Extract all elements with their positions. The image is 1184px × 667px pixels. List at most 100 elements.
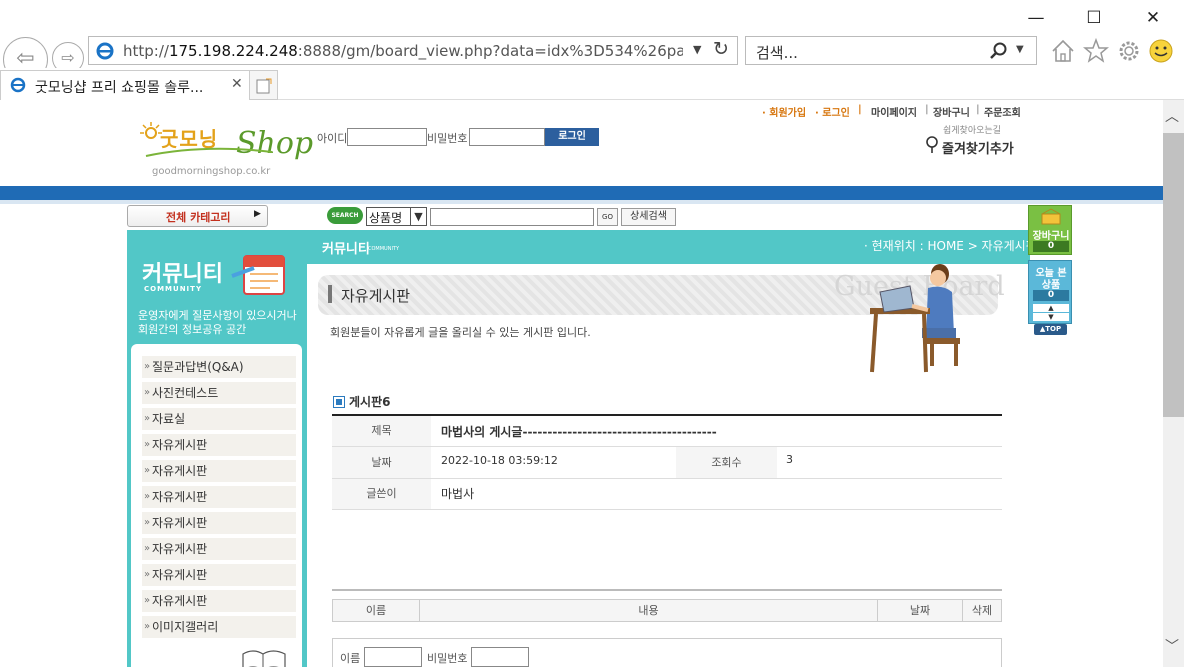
recent-label-2: 상품 (1041, 280, 1061, 291)
recent-up-button[interactable]: ▲ (1033, 304, 1069, 312)
scrollbar-thumb[interactable] (1163, 133, 1184, 417)
sidebar-item-free-board[interactable]: 자유게시판 (142, 512, 296, 534)
browser-search-box[interactable]: 검색... ▼ (745, 36, 1037, 65)
id-label: 아이디 (317, 132, 348, 145)
comments-header: 이름 내용 날짜 삭제 (332, 599, 1002, 622)
comment-name-input[interactable] (364, 647, 422, 667)
sidebar-item-free-board[interactable]: 자유게시판 (142, 564, 296, 586)
smiley-feedback-icon[interactable] (1148, 38, 1174, 64)
sidebar-item-free-board[interactable]: 자유게시판 (142, 538, 296, 560)
home-icon[interactable] (1050, 38, 1076, 64)
all-categories-button[interactable]: 전체 카테고리 ▶ (127, 205, 268, 227)
select-chevron-icon: ▼ (410, 208, 426, 225)
sidebar-item-qna[interactable]: 질문과답변(Q&A) (142, 356, 296, 378)
date-label: 날짜 (332, 447, 431, 478)
book-icon (242, 650, 286, 667)
board-title: 자유게시판 (341, 287, 411, 305)
favorites-star-icon[interactable] (1083, 38, 1109, 64)
person-at-computer-illustration (870, 264, 960, 373)
mypage-link[interactable]: 마이페이지 (871, 104, 917, 119)
post-info-table: 제목 마법사의 게시글-----------------------------… (332, 416, 1002, 510)
minimize-button[interactable]: — (1021, 6, 1051, 30)
location-pin-icon (926, 136, 938, 153)
login-button[interactable]: 로그인 (545, 128, 599, 146)
post-row-date: 날짜 2022-10-18 03:59:12 조회수 3 (332, 447, 1002, 479)
recent-down-button[interactable]: ▼ (1033, 313, 1069, 321)
section-title: 게시판6 (349, 395, 391, 409)
browser-search-placeholder: 검색... (756, 44, 798, 62)
advanced-search-button[interactable]: 상세검색 (621, 208, 676, 226)
sidebar-item-image-gallery[interactable]: 이미지갤러리 (142, 616, 296, 638)
search-icon[interactable] (990, 42, 1008, 60)
band-title: 커뮤니티 (322, 242, 370, 257)
refresh-icon[interactable]: ↻ (713, 38, 729, 60)
sidebar-item-archive[interactable]: 자료실 (142, 408, 296, 430)
login-link[interactable]: · 로그인 (815, 104, 850, 119)
views-label: 조회수 (676, 447, 777, 478)
comments-col-content: 내용 (420, 600, 878, 621)
new-tab-button[interactable] (250, 70, 278, 100)
cart-link[interactable]: 장바구니 (933, 104, 970, 119)
tab-title: 굿모닝샵 프리 쇼핑몰 솔루... (35, 80, 204, 96)
search-dropdown-icon[interactable]: ▼ (1016, 44, 1024, 55)
quick-cart-count: 0 (1033, 241, 1069, 252)
password-input[interactable] (469, 128, 545, 146)
address-bar[interactable]: http://175.198.224.248:8888/gm/board_vie… (88, 36, 738, 65)
close-tab-icon[interactable]: ✕ (231, 76, 243, 92)
comments-col-delete: 삭제 (971, 604, 993, 617)
logo-swoosh (145, 147, 273, 157)
post-author: 마법사 (441, 487, 475, 501)
ie-tab-icon (10, 77, 26, 93)
sidebar-title: 커뮤니티 (142, 262, 223, 287)
address-url: http://175.198.224.248:8888/gm/board_vie… (123, 42, 683, 60)
sidebar-item-free-board[interactable]: 자유게시판 (142, 460, 296, 482)
sidebar-item-photo-contest[interactable]: 사진컨테스트 (142, 382, 296, 404)
sidebar-item-free-board[interactable]: 자유게시판 (142, 486, 296, 508)
password-label: 비밀번호 (427, 132, 468, 145)
new-tab-icon (256, 78, 272, 94)
post-row-subject: 제목 마법사의 게시글-----------------------------… (332, 416, 1002, 447)
join-link[interactable]: · 회원가입 (762, 104, 806, 119)
board-description: 회원분들이 자유롭게 글을 올리실 수 있는 게시판 입니다. (330, 326, 591, 339)
post-subject: 마법사의 게시글--------------------------------… (441, 425, 717, 439)
board-bullet-icon (333, 396, 345, 408)
scroll-top-button[interactable]: ▲TOP (1034, 324, 1067, 335)
search-badge: SEARCH (327, 207, 363, 224)
comments-col-date: 날짜 (878, 600, 963, 621)
sidebar-item-free-board[interactable]: 자유게시판 (142, 590, 296, 612)
id-input[interactable] (347, 128, 427, 146)
search-go-button[interactable]: GO (597, 208, 618, 226)
scroll-down-icon[interactable]: ﹀ (1165, 636, 1179, 656)
sidebar-menu: 질문과답변(Q&A) 사진컨테스트 자료실 자유게시판 자유게시판 자유게시판 … (131, 344, 302, 667)
link-separator-2: | (925, 104, 929, 115)
post-date: 2022-10-18 03:59:12 (441, 454, 558, 467)
settings-gear-icon[interactable] (1116, 38, 1142, 64)
browser-tab-active[interactable]: 굿모닝샵 프리 쇼핑몰 솔루... ✕ (0, 70, 250, 100)
sun-icon (140, 122, 162, 139)
calendar-icon (231, 255, 285, 295)
search-type-select[interactable]: 상품명 ▼ (366, 207, 427, 226)
scroll-up-icon[interactable]: ︿ (1165, 106, 1179, 126)
header-blue-bar (0, 186, 1163, 204)
all-categories-label: 전체 카테고리 (166, 211, 231, 224)
site-logo[interactable]: 굿모닝 Shop goodmorningshop.co.kr (140, 120, 313, 180)
quick-recent-products[interactable]: 오늘 본 상품 0 ▲ ▼ (1028, 260, 1072, 324)
author-label: 글쓴이 (332, 479, 431, 509)
order-lookup-link[interactable]: 주문조회 (984, 104, 1021, 119)
search-input[interactable] (430, 208, 594, 226)
maximize-button[interactable]: ☐ (1079, 6, 1109, 30)
bookmark-add-link[interactable]: 즐겨찾기추가 (925, 136, 1025, 157)
sidebar-item-free-board[interactable]: 자유게시판 (142, 434, 296, 456)
sidebar-desc-2: 회원간의 정보공유 공간 (138, 323, 247, 336)
sidebar-title-en: COMMUNITY (144, 285, 203, 293)
forward-arrow-icon: ⇨ (61, 48, 75, 67)
cart-box-icon (1041, 208, 1061, 225)
comment-password-input[interactable] (471, 647, 529, 667)
logo-domain: goodmorningshop.co.kr (152, 166, 271, 177)
dropdown-arrow-icon[interactable]: ▼ (693, 43, 701, 56)
post-body-divider (332, 589, 1002, 591)
close-window-button[interactable]: ✕ (1138, 6, 1168, 30)
comment-name-label: 이름 (340, 652, 361, 665)
quick-cart[interactable]: 장바구니 0 (1028, 205, 1072, 255)
post-row-author: 글쓴이 마법사 (332, 479, 1002, 510)
